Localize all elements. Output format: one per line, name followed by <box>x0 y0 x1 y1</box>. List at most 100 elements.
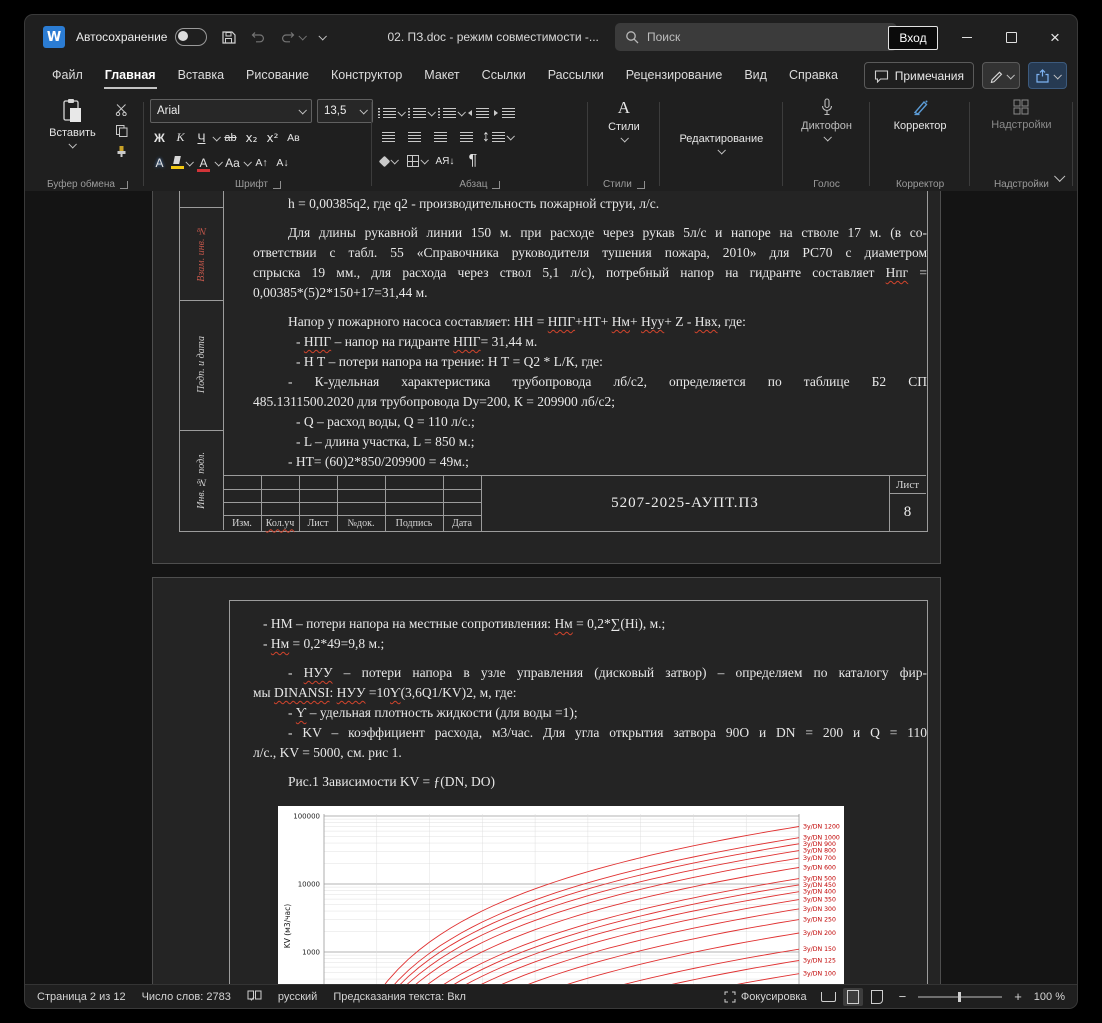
figure-chart[interactable]: 100000 10000 1000 KV (м3/час) Зу/DN 1200 Зу/D… <box>278 806 844 984</box>
editing-menu-button[interactable]: Редактирование <box>671 94 771 175</box>
change-case-dropdown-icon[interactable] <box>243 157 252 167</box>
underline-dropdown-icon[interactable] <box>212 132 221 142</box>
page1[interactable]: h = 0,00385q2, где q2 - производительнос… <box>152 191 941 564</box>
decrease-indent-button[interactable] <box>468 103 490 123</box>
italic-button[interactable]: К <box>171 128 190 148</box>
align-center-button[interactable] <box>404 127 426 147</box>
doc-line: - Ƴ – удельная плотность жидкости (для в… <box>288 705 578 720</box>
text-predictions[interactable]: Предсказания текста: Вкл <box>333 991 466 1003</box>
qat-customize-button[interactable] <box>318 32 328 41</box>
copy-button[interactable] <box>110 121 134 139</box>
pilcrow-button[interactable]: ¶ <box>462 151 484 171</box>
multilevel-list-button[interactable] <box>437 103 466 123</box>
search-box[interactable]: Поиск <box>615 23 897 51</box>
underline-button[interactable]: Ч <box>192 128 211 148</box>
zoom-in-button[interactable]: + <box>1014 990 1022 1003</box>
font-color-dropdown-icon[interactable] <box>214 157 223 167</box>
maximize-button[interactable] <box>989 15 1033 59</box>
font-name-select[interactable]: Arial <box>149 99 312 123</box>
cut-button[interactable] <box>110 100 134 118</box>
ribbon-tab[interactable]: Файл <box>41 63 94 87</box>
align-left-button[interactable] <box>378 127 400 147</box>
ribbon-tab[interactable]: Рисование <box>235 63 320 87</box>
web-layout-button[interactable] <box>867 988 887 1006</box>
undo-icon <box>252 32 265 43</box>
format-painter-button[interactable] <box>110 142 134 160</box>
print-layout-button[interactable] <box>842 987 863 1006</box>
paragraph-dialog-launcher[interactable] <box>492 180 501 189</box>
doc-line: л/с., KV = 5000, см. рис 1. <box>253 745 402 760</box>
ribbon-tab[interactable]: Ссылки <box>471 63 537 87</box>
strikethrough-button[interactable]: ab <box>221 128 240 148</box>
comments-button[interactable]: Примечания <box>863 62 974 89</box>
dictate-button[interactable]: Диктофон <box>793 94 860 175</box>
editor-button[interactable]: Корректор <box>886 94 955 175</box>
page-indicator[interactable]: Страница 2 из 12 <box>37 991 126 1003</box>
superscript-button[interactable]: x² <box>263 128 282 148</box>
kerning-button[interactable]: Ав <box>284 128 303 148</box>
highlight-button[interactable] <box>170 153 194 173</box>
increase-indent-button[interactable] <box>494 103 516 123</box>
ribbon-tab[interactable]: Рецензирование <box>615 63 734 87</box>
font-color-button[interactable]: А <box>194 153 213 173</box>
ribbon-tab[interactable]: Вставка <box>167 63 235 87</box>
undo-button[interactable] <box>250 30 266 44</box>
doc-line <box>253 303 927 312</box>
change-case-button[interactable]: Aa <box>223 153 242 173</box>
ribbon-tab-bar: Файл Главная Вставка Рисование Конструктор Ма… <box>25 59 1077 91</box>
zoom-out-button[interactable]: − <box>899 990 907 1003</box>
styles-button[interactable]: А Стили <box>600 94 648 175</box>
shrink-font-button[interactable]: А↓ <box>273 153 292 173</box>
zoom-slider[interactable] <box>918 991 1003 1002</box>
save-button[interactable] <box>221 30 237 45</box>
word-count[interactable]: Число слов: 2783 <box>142 991 231 1003</box>
line-spacing-button[interactable]: ↕ <box>482 127 515 147</box>
share-button[interactable] <box>1028 62 1067 89</box>
editing-mode-button[interactable] <box>982 62 1020 89</box>
text-effects-button[interactable]: А <box>150 153 169 173</box>
ribbon-tab[interactable]: Рассылки <box>537 63 615 87</box>
ribbon-tab[interactable]: Главная <box>94 63 167 89</box>
numbering-button[interactable] <box>407 103 436 123</box>
proofing-status[interactable] <box>247 989 262 1004</box>
minimize-button[interactable] <box>945 15 989 59</box>
ribbon-tab[interactable]: Вид <box>733 63 778 87</box>
borders-button[interactable] <box>406 151 429 171</box>
paste-button[interactable]: Вставить <box>41 94 104 175</box>
justify-icon <box>460 132 474 142</box>
read-mode-button[interactable] <box>819 988 839 1006</box>
subscript-button[interactable]: x₂ <box>242 128 261 148</box>
doc-line <box>253 214 927 223</box>
redo-button[interactable] <box>280 30 308 44</box>
zoom-slider-knob[interactable] <box>958 991 962 1002</box>
bullets-button[interactable] <box>377 103 406 123</box>
addins-button[interactable]: Надстройки <box>983 94 1059 175</box>
bold-button[interactable]: Ж <box>150 128 169 148</box>
shading-button[interactable] <box>378 151 400 171</box>
language-indicator[interactable]: русский <box>278 991 317 1003</box>
font-size-select[interactable]: 13,5 <box>316 99 373 123</box>
align-right-button[interactable] <box>430 127 452 147</box>
ribbon-tab[interactable]: Конструктор <box>320 63 413 87</box>
clipboard-dialog-launcher[interactable] <box>119 180 128 189</box>
word-app-icon[interactable]: W <box>43 26 65 48</box>
ribbon-tab[interactable]: Макет <box>413 63 470 87</box>
autosave-toggle[interactable] <box>175 28 208 46</box>
styles-dialog-launcher[interactable] <box>636 180 645 189</box>
ribbon-tab[interactable]: Справка <box>778 63 849 87</box>
titlebar: W Автосохранение 02. ПЗ.doc - режим совм… <box>25 15 1077 59</box>
editing-dropdown-icon <box>717 145 727 155</box>
comment-bubble-icon <box>874 69 888 83</box>
justify-button[interactable] <box>456 127 478 147</box>
sort-button[interactable]: АЯ↓ <box>434 151 456 171</box>
signin-button[interactable]: Вход <box>888 26 938 50</box>
font-dialog-launcher[interactable] <box>272 180 281 189</box>
close-button[interactable]: × <box>1033 15 1077 59</box>
document-canvas[interactable]: h = 0,00385q2, где q2 - производительнос… <box>25 191 1077 984</box>
zoom-level[interactable]: 100 % <box>1034 991 1065 1003</box>
focus-mode-button[interactable]: Фокусировка <box>724 991 807 1003</box>
kv-curve-label: Зу/DN 125 <box>803 957 836 964</box>
collapse-ribbon-button[interactable] <box>1054 168 1066 186</box>
page2[interactable]: - НМ – потери напора на местные сопротив… <box>152 577 941 984</box>
grow-font-button[interactable]: А↑ <box>252 153 271 173</box>
